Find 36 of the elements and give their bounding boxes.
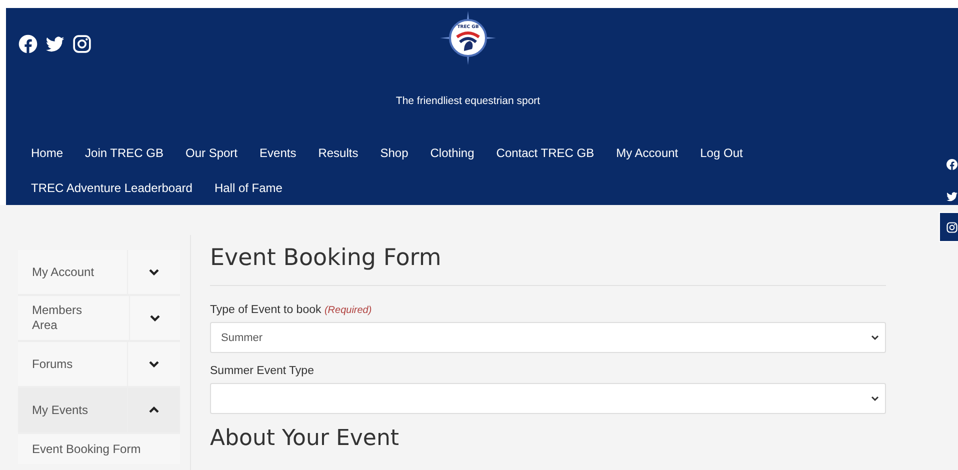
twitter-bird-icon[interactable] [946,190,958,202]
twitter-bird-icon[interactable] [45,34,65,54]
sidebar-item[interactable]: My Events [18,388,180,434]
caret-icon [871,334,879,341]
caret-icon [871,395,879,402]
instagram-icon[interactable] [946,220,958,234]
social-tab[interactable] [939,212,958,242]
select-field[interactable] [210,383,886,414]
nav-link[interactable]: My Account [616,146,678,160]
select-field[interactable]: Summer [210,322,886,353]
nav-link[interactable]: Join TREC GB [85,146,164,160]
chevron-down-icon[interactable] [149,267,159,277]
page-title: Event Booking Form [210,245,442,271]
nav-link[interactable]: Shop [380,146,408,160]
chevron-down-icon[interactable] [149,359,159,369]
nav-link[interactable]: Events [260,146,296,160]
facebook-icon[interactable] [946,158,958,170]
nav-link[interactable]: Contact TREC GB [496,146,594,160]
nav-link[interactable]: Log Out [700,146,743,160]
instagram-icon[interactable] [72,34,92,54]
chevron-up-icon[interactable] [149,405,159,415]
section-heading: About Your Event [210,426,400,451]
tagline: The friendliest equestrian sport [396,95,540,107]
nav-link[interactable]: Home [31,146,64,160]
sidebar-item[interactable]: Members Area [18,296,180,342]
chevron-down-icon[interactable] [150,313,160,323]
nav-link[interactable]: Hall of Fame [214,180,282,194]
nav-link[interactable]: Our Sport [185,146,238,160]
nav-link[interactable]: Results [318,146,358,160]
field-label: Type of Event to book (Required) [210,304,373,316]
facebook-icon[interactable] [18,34,38,54]
field-label: Summer Event Type [210,365,315,377]
nav-link[interactable]: TREC Adventure Leaderboard [31,180,192,194]
sidebar-item[interactable]: Forums [18,342,180,388]
sidebar-item[interactable]: My Account [18,250,180,296]
nav-link[interactable]: Clothing [430,146,474,160]
